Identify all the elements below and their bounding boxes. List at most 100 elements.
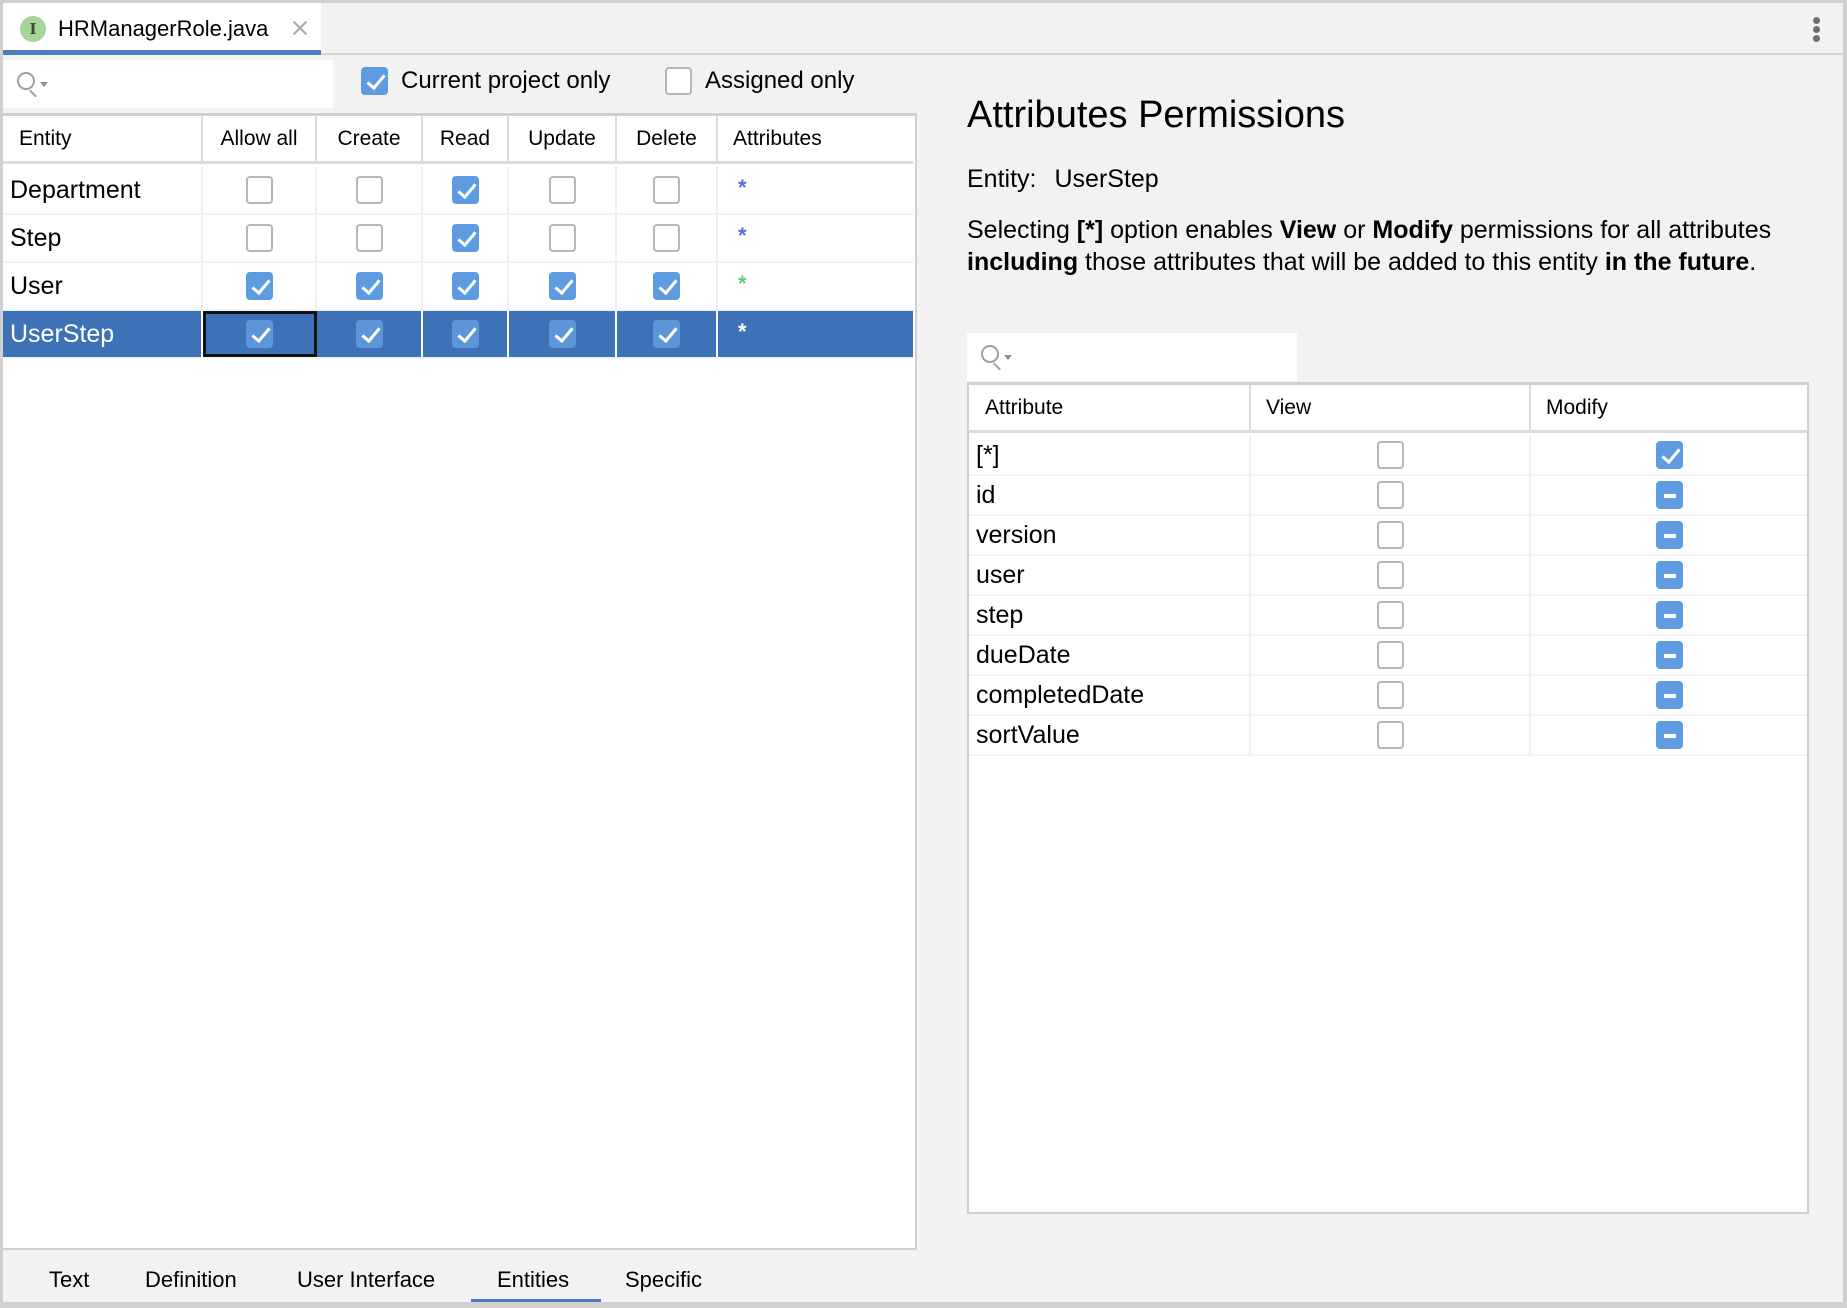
allow-all-checkbox[interactable] xyxy=(245,176,273,204)
tab-entities[interactable]: Entities xyxy=(497,1267,569,1293)
column-header-create[interactable]: Create xyxy=(317,116,423,161)
view-checkbox[interactable] xyxy=(1376,681,1404,709)
attribute-row[interactable]: sortValue xyxy=(969,716,1807,756)
entity-name: Department xyxy=(3,167,203,213)
column-header-entity[interactable]: Entity xyxy=(3,116,203,161)
entity-name: UserStep xyxy=(3,311,203,357)
delete-checkbox[interactable] xyxy=(653,320,680,348)
column-header-attributes[interactable]: Attributes xyxy=(718,116,913,161)
delete-checkbox[interactable] xyxy=(653,176,680,204)
attribute-row[interactable]: user xyxy=(969,556,1807,596)
allow-all-checkbox[interactable] xyxy=(245,224,273,252)
view-cell xyxy=(1251,476,1531,514)
entity-row[interactable]: Step * xyxy=(3,215,913,263)
column-header-update[interactable]: Update xyxy=(509,116,617,161)
attribute-row[interactable]: id xyxy=(969,476,1807,516)
tab-text[interactable]: Text xyxy=(49,1267,89,1293)
attributes-cell[interactable]: * xyxy=(718,167,913,213)
attribute-name: user xyxy=(969,556,1251,594)
modify-checkbox[interactable] xyxy=(1655,641,1683,669)
view-checkbox[interactable] xyxy=(1376,641,1404,669)
column-header-allow-all[interactable]: Allow all xyxy=(203,116,317,161)
modify-cell xyxy=(1531,476,1807,514)
modify-checkbox[interactable] xyxy=(1655,681,1683,709)
view-checkbox[interactable] xyxy=(1376,521,1404,549)
tab-specific[interactable]: Specific xyxy=(625,1267,702,1293)
asterisk-icon[interactable]: * xyxy=(738,177,747,199)
update-checkbox[interactable] xyxy=(548,272,576,300)
attributes-cell[interactable]: * xyxy=(718,215,913,261)
attribute-row[interactable]: dueDate xyxy=(969,636,1807,676)
modify-checkbox[interactable] xyxy=(1655,721,1683,749)
modify-checkbox[interactable] xyxy=(1655,521,1683,549)
update-checkbox[interactable] xyxy=(548,176,576,204)
delete-checkbox[interactable] xyxy=(653,224,680,252)
modify-cell xyxy=(1531,676,1807,714)
close-icon[interactable] xyxy=(292,20,308,36)
view-checkbox[interactable] xyxy=(1376,721,1404,749)
attribute-row[interactable]: version xyxy=(969,516,1807,556)
column-header-delete[interactable]: Delete xyxy=(617,116,718,161)
view-cell xyxy=(1251,716,1531,754)
column-header-view[interactable]: View xyxy=(1251,385,1531,430)
modify-cell xyxy=(1531,516,1807,554)
entity-search[interactable] xyxy=(3,60,333,108)
delete-checkbox[interactable] xyxy=(653,272,680,300)
view-checkbox[interactable] xyxy=(1376,561,1404,589)
current-project-only-option[interactable]: Current project only xyxy=(361,67,610,95)
column-header-modify[interactable]: Modify xyxy=(1531,385,1807,430)
attributes-cell[interactable]: * xyxy=(718,263,913,309)
update-checkbox[interactable] xyxy=(548,320,576,348)
attributes-table-header: Attribute View Modify xyxy=(969,385,1807,433)
view-checkbox[interactable] xyxy=(1376,441,1404,469)
read-checkbox[interactable] xyxy=(451,176,479,204)
asterisk-icon[interactable]: * xyxy=(738,321,747,343)
entity-label: Entity: xyxy=(967,165,1037,193)
asterisk-icon[interactable]: * xyxy=(738,225,747,247)
entity-search-input[interactable] xyxy=(53,60,327,108)
attribute-row[interactable]: [*] xyxy=(969,436,1807,476)
assigned-only-option[interactable]: Assigned only xyxy=(665,67,854,95)
view-cell xyxy=(1251,436,1531,474)
tab-definition[interactable]: Definition xyxy=(145,1267,237,1293)
read-checkbox[interactable] xyxy=(451,224,479,252)
entity-allow-all-cell xyxy=(203,167,317,213)
entity-allow-all-cell xyxy=(203,215,317,261)
create-checkbox[interactable] xyxy=(355,272,383,300)
entity-row[interactable]: User * xyxy=(3,263,913,311)
modify-checkbox[interactable] xyxy=(1655,561,1683,589)
attribute-row[interactable]: completedDate xyxy=(969,676,1807,716)
entity-row[interactable]: Department * xyxy=(3,167,913,215)
column-header-attribute[interactable]: Attribute xyxy=(969,385,1251,430)
current-project-only-checkbox[interactable] xyxy=(361,67,388,95)
attribute-search-input[interactable] xyxy=(1017,333,1291,381)
create-checkbox[interactable] xyxy=(355,224,383,252)
modify-checkbox[interactable] xyxy=(1655,481,1683,509)
modify-cell xyxy=(1531,596,1807,634)
entity-row[interactable]: UserStep * xyxy=(3,311,913,359)
modify-checkbox[interactable] xyxy=(1655,441,1683,469)
allow-all-checkbox[interactable] xyxy=(245,272,273,300)
assigned-only-checkbox[interactable] xyxy=(665,67,692,95)
more-options-icon[interactable] xyxy=(1813,17,1821,43)
create-checkbox[interactable] xyxy=(355,176,383,204)
tab-user-interface[interactable]: User Interface xyxy=(297,1267,435,1293)
attribute-search[interactable] xyxy=(967,333,1297,381)
update-checkbox[interactable] xyxy=(548,224,576,252)
view-checkbox[interactable] xyxy=(1376,601,1404,629)
search-history-dropdown-icon[interactable] xyxy=(1004,355,1012,360)
read-checkbox[interactable] xyxy=(451,320,479,348)
create-checkbox[interactable] xyxy=(355,320,383,348)
attributes-cell[interactable]: * xyxy=(718,311,913,357)
modify-checkbox[interactable] xyxy=(1655,601,1683,629)
allow-all-checkbox[interactable] xyxy=(245,320,273,348)
search-history-dropdown-icon[interactable] xyxy=(40,82,48,87)
editor-tab-hrmanagerrole[interactable]: I HRManagerRole.java xyxy=(3,3,321,55)
asterisk-icon[interactable]: * xyxy=(738,273,747,295)
view-checkbox[interactable] xyxy=(1376,481,1404,509)
entity-read-cell xyxy=(423,215,509,261)
editor-tab-bar: I HRManagerRole.java xyxy=(3,3,1843,55)
read-checkbox[interactable] xyxy=(451,272,479,300)
column-header-read[interactable]: Read xyxy=(423,116,509,161)
attribute-row[interactable]: step xyxy=(969,596,1807,636)
